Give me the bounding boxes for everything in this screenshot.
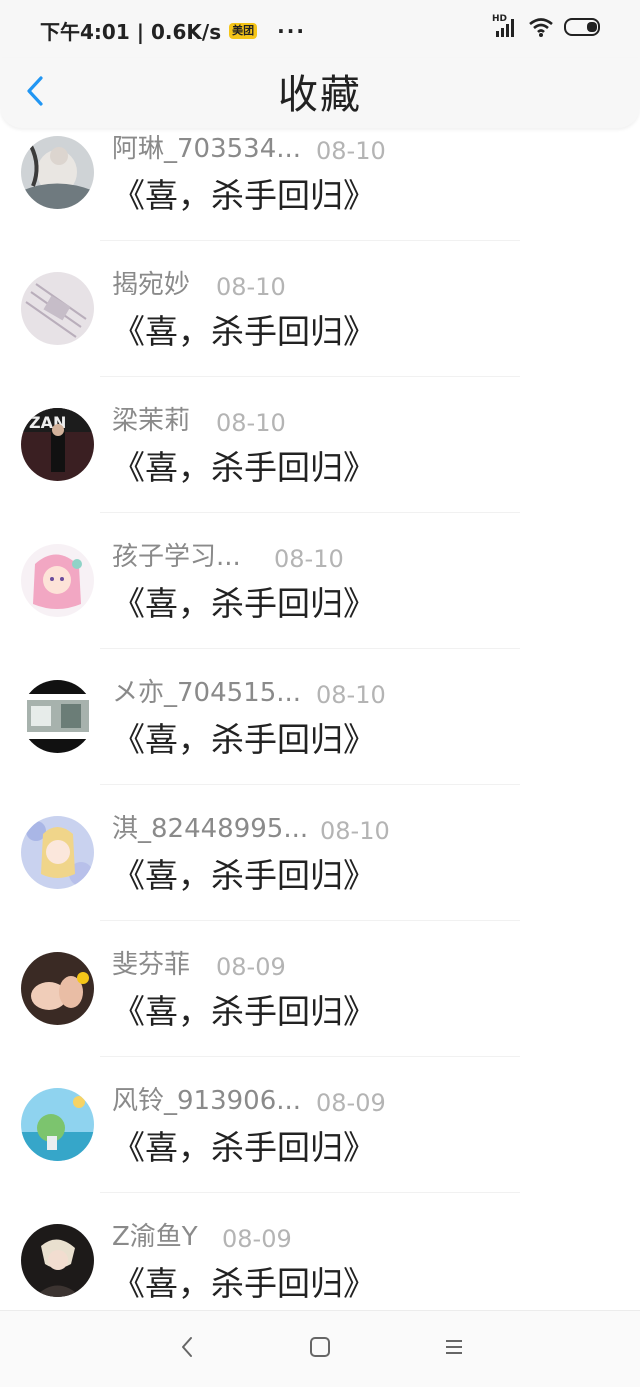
avatar [21,952,94,1025]
item-date: 08-10 [316,137,386,165]
battery-icon [564,16,604,38]
status-right: HD [492,14,604,38]
user-name: 阿琳_703534... [112,134,302,164]
system-nav-bar [0,1310,640,1387]
user-name: 梁茉莉 [112,406,191,436]
item-title: 《喜，杀手回归》 [112,992,376,1031]
divider [100,920,520,921]
list-item[interactable]: 揭宛妙 08-10 《喜，杀手回归》 [0,264,640,400]
item-title: 《喜，杀手回归》 [112,1264,376,1303]
divider [100,1056,520,1057]
avatar: ZAN [21,408,94,481]
divider [100,512,520,513]
avatar [21,1224,94,1297]
item-title: 《喜，杀手回归》 [112,312,376,351]
item-date: 08-09 [316,1089,386,1117]
avatar [21,272,94,345]
overflow-dots-icon: ··· [277,18,306,43]
item-title: 《喜，杀手回归》 [112,720,376,759]
user-name: メ亦_704515... [112,678,302,708]
list-item[interactable]: 斐芬菲 08-09 《喜，杀手回归》 [0,944,640,1080]
list-item[interactable]: 孩子学习... 08-10 《喜，杀手回归》 [0,536,640,672]
item-date: 08-10 [320,817,390,845]
avatar [21,136,94,209]
menu-nav-icon [442,1335,466,1363]
divider [100,648,520,649]
status-bar: 下午4:01 | 0.6K/s 美团 ··· HD [0,0,640,58]
screen: 下午4:01 | 0.6K/s 美团 ··· HD 收藏 阿琳_703534..… [0,0,640,1387]
menu-nav-button[interactable] [438,1333,470,1365]
item-title: 《喜，杀手回归》 [112,176,376,215]
divider [100,376,520,377]
item-title: 《喜，杀手回归》 [112,584,376,623]
user-name: 风铃_913906... [112,1086,302,1116]
user-name: 揭宛妙 [112,270,191,300]
item-date: 08-10 [216,273,286,301]
item-date: 08-10 [216,409,286,437]
list-item[interactable]: Z渝鱼Y 08-09 《喜，杀手回归》 [0,1216,640,1310]
avatar [21,816,94,889]
avatar [21,544,94,617]
wifi-icon [528,16,554,38]
status-left: 下午4:01 | 0.6K/s 美团 ··· [40,16,306,45]
list-item[interactable]: メ亦_704515... 08-10 《喜，杀手回归》 [0,672,640,808]
divider [100,240,520,241]
home-nav-icon [308,1335,332,1363]
item-date: 08-09 [216,953,286,981]
meituan-app-icon: 美团 [229,22,258,39]
signal-icon: HD [492,14,518,38]
home-nav-button[interactable] [304,1333,336,1365]
divider [100,784,520,785]
user-name: 孩子学习... [112,542,241,572]
item-date: 08-09 [222,1225,292,1253]
list-item[interactable]: 淇_82448995... 08-10 《喜，杀手回归》 [0,808,640,944]
back-nav-icon [178,1334,198,1364]
avatar [21,680,94,753]
avatar [21,1088,94,1161]
item-title: 《喜，杀手回归》 [112,448,376,487]
item-title: 《喜，杀手回归》 [112,856,376,895]
header: 收藏 [0,58,640,128]
divider [100,1192,520,1193]
page-title: 收藏 [278,72,362,118]
user-name: 斐芬菲 [112,950,191,980]
list-item[interactable]: ZAN 梁茉莉 08-10 《喜，杀手回归》 [0,400,640,536]
item-title: 《喜，杀手回归》 [112,1128,376,1167]
list-item[interactable]: 阿琳_703534... 08-10 《喜，杀手回归》 [0,128,640,264]
user-name: Z渝鱼Y [112,1222,198,1252]
item-date: 08-10 [274,545,344,573]
user-name: 淇_82448995... [112,814,309,844]
time-speed-text: 下午4:01 | 0.6K/s [40,20,222,44]
list-item[interactable]: 风铃_913906... 08-09 《喜，杀手回归》 [0,1080,640,1216]
favorites-list: 阿琳_703534... 08-10 《喜，杀手回归》 揭宛妙 08-10 《喜… [0,128,640,1310]
item-date: 08-10 [316,681,386,709]
back-nav-button[interactable] [172,1333,204,1365]
